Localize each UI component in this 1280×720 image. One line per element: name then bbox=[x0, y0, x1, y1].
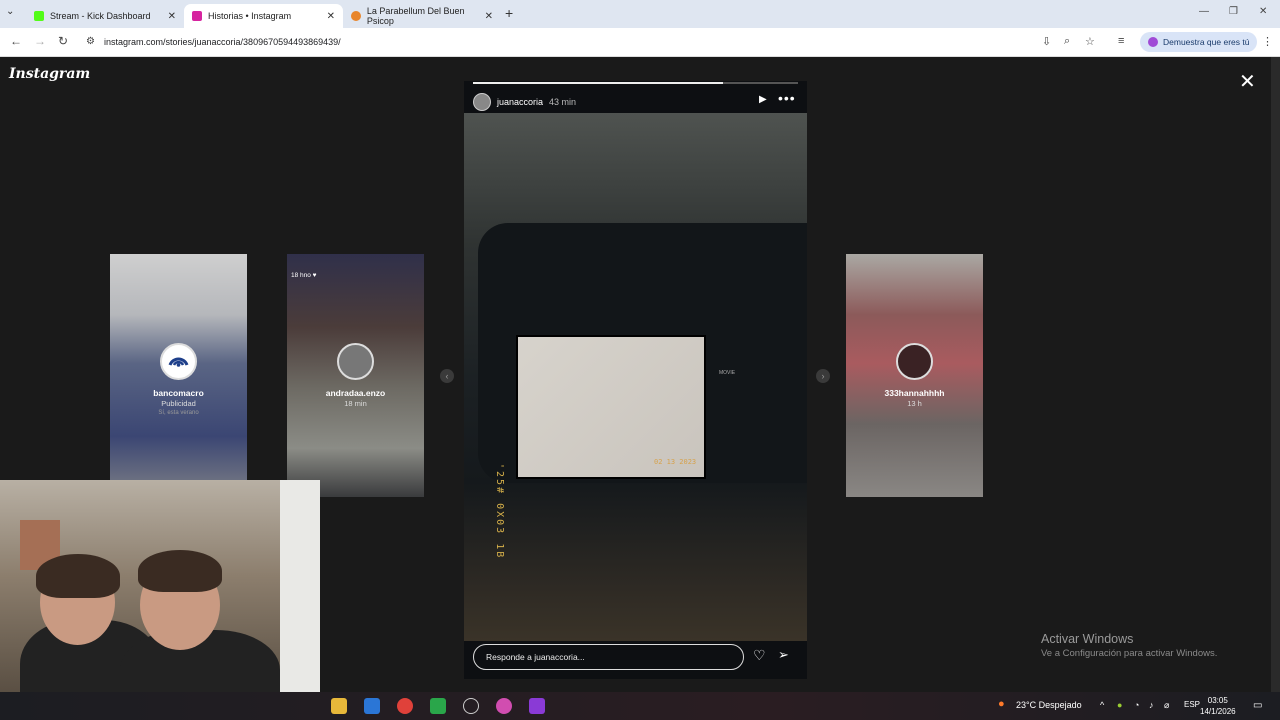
story-progress-bar bbox=[473, 82, 798, 84]
preview-sub: 18 min bbox=[344, 399, 367, 408]
tab-parabellum[interactable]: La Parabellum Del Buen Psicop ✕ bbox=[343, 4, 501, 28]
weather-icon: ● bbox=[998, 698, 1005, 710]
person-right-hair bbox=[138, 550, 222, 592]
avatar[interactable] bbox=[473, 93, 491, 111]
taskbar-clock[interactable]: 03:05 14/1/2026 bbox=[1200, 695, 1236, 717]
chrome-icon[interactable] bbox=[397, 698, 413, 714]
preview-tag: 18 hno ♥ bbox=[291, 272, 317, 279]
tab-parabellum-title: La Parabellum Del Buen Psicop bbox=[366, 6, 465, 26]
door bbox=[280, 480, 320, 720]
bank-logo-icon bbox=[163, 346, 194, 377]
restore-icon[interactable]: ❐ bbox=[1229, 6, 1238, 17]
close-tab-icon[interactable]: ✕ bbox=[485, 11, 493, 22]
close-window-icon[interactable]: ✕ bbox=[1259, 6, 1267, 17]
preview-note: Sí, esta verano bbox=[158, 410, 199, 416]
notifications-icon[interactable]: ▭ bbox=[1253, 700, 1262, 711]
reload-icon[interactable]: ↻ bbox=[58, 34, 68, 48]
app-icon[interactable] bbox=[364, 698, 380, 714]
avatar bbox=[337, 343, 374, 380]
preview-username: bancomacro bbox=[153, 388, 204, 398]
preview-username: 333hannahhhh bbox=[884, 388, 945, 398]
webcam-overlay bbox=[0, 480, 320, 720]
app-purple-icon[interactable] bbox=[529, 698, 545, 714]
site-info-icon[interactable]: ⚙ bbox=[86, 36, 95, 47]
instagram-icon bbox=[192, 11, 202, 21]
next-story-icon[interactable]: › bbox=[816, 369, 830, 383]
windows-taskbar: ● 23°C Despejado ^ ● ◔ ♪ ⌀ ESP 03:05 14/… bbox=[0, 692, 1280, 720]
more-options-icon[interactable]: ••• bbox=[778, 90, 796, 106]
reading-list-icon[interactable]: ≡ bbox=[1118, 35, 1124, 47]
close-tab-icon[interactable]: ✕ bbox=[327, 11, 335, 22]
story-preview-bancomacro[interactable]: bancomacro Publicidad Sí, esta verano bbox=[110, 254, 247, 497]
story-image: 02 13 2023 MOVIE '25# 0X03 1B bbox=[464, 113, 807, 641]
weather-text[interactable]: 23°C Despejado bbox=[1016, 700, 1082, 710]
install-icon[interactable]: ⇩ bbox=[1042, 35, 1051, 48]
wifi-off-icon[interactable]: ⌀ bbox=[1164, 700, 1169, 711]
tab-instagram-title: Historias • Instagram bbox=[208, 11, 292, 21]
instagram-logo[interactable]: Instagram bbox=[9, 66, 90, 82]
avatar bbox=[160, 343, 197, 380]
story-preview-333hannah[interactable]: 333hannahhhh 13 h bbox=[846, 254, 983, 497]
tab-instagram[interactable]: Historias • Instagram ✕ bbox=[184, 4, 343, 28]
browser-toolbar: ← → ↻ ⚙ instagram.com/stories/juanaccori… bbox=[0, 28, 1280, 57]
preview-username: andradaa.enzo bbox=[325, 388, 386, 398]
bookmark-star-icon[interactable]: ☆ bbox=[1085, 35, 1095, 48]
activate-windows-title: Activar Windows bbox=[1041, 632, 1134, 646]
story-header: juanaccoria 43 min bbox=[473, 93, 576, 111]
kick-icon bbox=[34, 11, 44, 21]
person-left-hair bbox=[36, 554, 120, 598]
forward-icon[interactable]: → bbox=[34, 34, 46, 48]
scrollbar[interactable] bbox=[1271, 57, 1280, 692]
back-icon[interactable]: ← bbox=[10, 34, 22, 48]
previous-story-icon[interactable]: ‹ bbox=[440, 369, 454, 383]
story-preview-andradaa[interactable]: 18 hno ♥ andradaa.enzo 18 min bbox=[287, 254, 424, 497]
address-bar[interactable]: instagram.com/stories/juanaccoria/380967… bbox=[104, 37, 341, 47]
minimize-icon[interactable]: — bbox=[1199, 6, 1209, 17]
app-circle-icon[interactable] bbox=[463, 698, 479, 714]
play-icon[interactable]: ▶ bbox=[759, 94, 767, 105]
send-icon[interactable]: ➢ bbox=[778, 647, 789, 663]
side-date-stamp: '25# 0X03 1B bbox=[494, 463, 505, 560]
new-tab-icon[interactable]: + bbox=[505, 5, 513, 21]
preview-sub: 13 h bbox=[907, 399, 922, 408]
tab-kick-title: Stream - Kick Dashboard bbox=[50, 11, 151, 21]
close-tab-icon[interactable]: ✕ bbox=[168, 11, 176, 22]
camera-mode-label: MOVIE bbox=[719, 370, 736, 376]
reply-bar: ♡ ➢ bbox=[473, 644, 798, 670]
browser-tab-strip: ⌄ Stream - Kick Dashboard ✕ Historias • … bbox=[0, 0, 1280, 28]
profile-label: Demuestra que eres tú bbox=[1163, 37, 1250, 47]
store-icon[interactable] bbox=[430, 698, 446, 714]
reply-input[interactable] bbox=[473, 644, 744, 670]
zoom-icon[interactable]: ⌕ bbox=[1064, 35, 1070, 48]
tray-overflow-icon[interactable]: ^ bbox=[1100, 700, 1104, 710]
clock-time: 03:05 bbox=[1207, 696, 1228, 705]
tab-kick[interactable]: Stream - Kick Dashboard ✕ bbox=[26, 4, 184, 28]
clock-date: 14/1/2026 bbox=[1200, 707, 1236, 716]
camera-date-stamp: 02 13 2023 bbox=[654, 458, 697, 466]
network-icon[interactable]: ◔ bbox=[1134, 700, 1139, 710]
site-icon bbox=[351, 11, 361, 21]
activate-windows-sub: Ve a Configuración para activar Windows. bbox=[1041, 648, 1218, 659]
avatar bbox=[896, 343, 933, 380]
story-time: 43 min bbox=[549, 97, 577, 107]
file-explorer-icon[interactable] bbox=[331, 698, 347, 714]
preview-sub: Publicidad bbox=[161, 399, 196, 408]
chrome-profile-icon[interactable] bbox=[496, 698, 512, 714]
profile-avatar-icon bbox=[1148, 37, 1158, 47]
like-heart-icon[interactable]: ♡ bbox=[753, 647, 766, 664]
volume-icon[interactable]: ♪ bbox=[1149, 700, 1154, 710]
menu-icon[interactable]: ⋮ bbox=[1262, 35, 1273, 48]
tray-app-icon[interactable]: ● bbox=[1117, 700, 1122, 710]
language-indicator[interactable]: ESP bbox=[1184, 700, 1200, 709]
story-viewer[interactable]: 02 13 2023 MOVIE '25# 0X03 1B juanaccori… bbox=[464, 81, 807, 679]
story-username[interactable]: juanaccoria bbox=[497, 97, 543, 107]
profile-button[interactable]: Demuestra que eres tú bbox=[1140, 32, 1258, 52]
story-progress-fill bbox=[473, 82, 724, 84]
tab-search-icon[interactable]: ⌄ bbox=[6, 6, 14, 17]
close-icon[interactable]: ✕ bbox=[1239, 69, 1256, 94]
